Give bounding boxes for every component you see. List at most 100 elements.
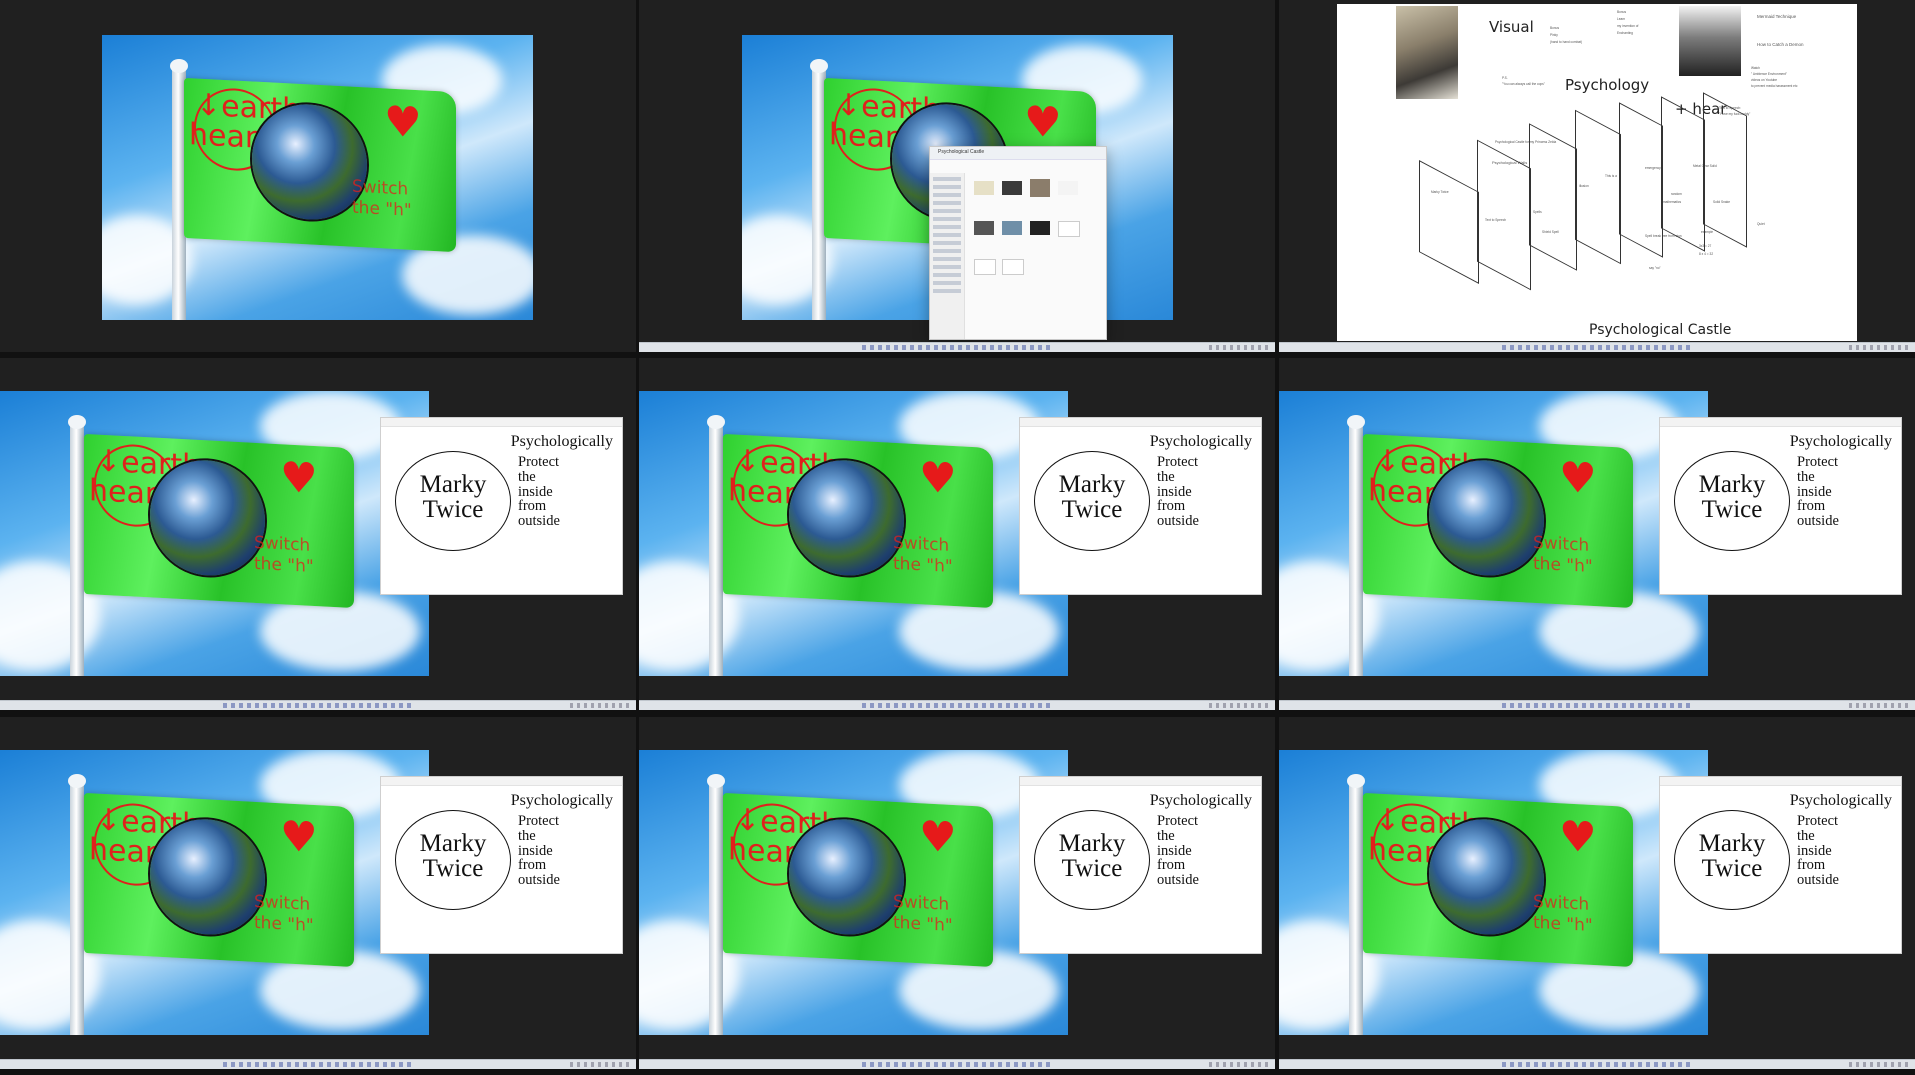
doc-lines: Protect the inside from outside [1157, 813, 1199, 889]
file-thumbnail[interactable] [1058, 181, 1078, 195]
document-window[interactable]: Psychologically Marky Twice Protect the ins… [1659, 776, 1902, 954]
photo-man [1396, 6, 1458, 99]
file-thumbnail[interactable] [1058, 221, 1080, 237]
document-titlebar[interactable] [1660, 418, 1901, 427]
green-flag: ↓earth heart ♥ Switch the "h" [723, 433, 993, 609]
file-thumbnail[interactable] [974, 181, 994, 195]
cell-1: ↓earth heart ♥ Switch the "h" [0, 0, 636, 352]
earth-globe [1429, 457, 1544, 579]
document-window[interactable]: Psychologically Marky Twice Protect the ins… [1019, 417, 1262, 595]
system-tray[interactable] [1849, 703, 1909, 708]
note-castle-title: Psychological Castle [1589, 322, 1732, 338]
doc-heading: Psychologically [1149, 433, 1252, 450]
document-titlebar[interactable] [381, 418, 622, 427]
file-thumbnail[interactable] [1002, 181, 1022, 195]
doc-heading: Psychologically [510, 792, 613, 809]
flagpole-cap [810, 59, 828, 73]
marky-twice-oval: Marky Twice [1674, 810, 1790, 910]
windows-taskbar[interactable] [1279, 700, 1915, 710]
document-titlebar[interactable] [1020, 777, 1261, 786]
green-flag: ↓earth heart ♥ Switch the "h" [723, 792, 993, 968]
doc-heading: Psychologically [1789, 433, 1892, 450]
system-tray[interactable] [1209, 345, 1269, 350]
note-demon: How to Catch a Demon [1757, 42, 1804, 47]
castle-wall [1703, 92, 1747, 248]
note-mermaid: Mermaid Technique [1757, 14, 1797, 19]
doc-lines: Protect the inside from outside [1797, 813, 1839, 889]
file-thumbnail[interactable] [974, 259, 996, 275]
flagpole-cap [1347, 415, 1365, 429]
system-tray[interactable] [570, 703, 630, 708]
castle-wall [1419, 160, 1479, 284]
explorer-sidebar[interactable] [930, 173, 965, 339]
system-tray[interactable] [1849, 1062, 1909, 1067]
earth-globe [150, 816, 265, 938]
taskbar-app-icons[interactable] [861, 345, 1053, 350]
document-window[interactable]: Psychologically Marky Twice Protect the ins… [1659, 417, 1902, 595]
heart-icon: ♥ [1559, 811, 1597, 863]
switch-text: Switch the "h" [893, 532, 953, 578]
file-thumbnail[interactable] [974, 221, 994, 235]
flag-image: ↓earth heart ♥ Switch the "h" [0, 750, 429, 1035]
green-flag: ↓earth heart ♥ Switch the "h" [84, 433, 354, 609]
taskbar-app-icons[interactable] [1501, 703, 1693, 708]
windows-taskbar[interactable] [639, 342, 1275, 352]
green-flag: ↓earth heart ♥ Switch the "h" [84, 792, 354, 968]
file-explorer-window[interactable]: Psychological Castle [929, 146, 1107, 340]
flagpole [1349, 419, 1363, 676]
taskbar-app-icons[interactable] [222, 703, 414, 708]
note-visual: Visual [1489, 18, 1534, 36]
green-flag: ↓earth heart ♥ Switch the "h" [184, 77, 456, 253]
document-window[interactable]: Psychologically Marky Twice Protect the ins… [380, 417, 623, 595]
document-titlebar[interactable] [1020, 418, 1261, 427]
explorer-titlebar[interactable]: Psychological Castle [930, 147, 1106, 160]
document-titlebar[interactable] [1660, 777, 1901, 786]
whiteboard-notes: Visual Bonus Pinky (hand to hand combat)… [1337, 4, 1857, 341]
windows-taskbar[interactable] [1279, 1059, 1915, 1069]
taskbar-app-icons[interactable] [861, 1062, 1053, 1067]
earth-globe [789, 816, 904, 938]
flag-image: ↓earth heart ♥ Switch the "h" [1279, 391, 1708, 676]
taskbar-app-icons[interactable] [1501, 1062, 1693, 1067]
flagpole [709, 419, 723, 676]
flag-image: ↓earth heart ♥ Switch the "h" [0, 391, 429, 676]
taskbar-app-icons[interactable] [861, 703, 1053, 708]
green-flag: ↓earth heart ♥ Switch the "h" [1363, 433, 1633, 609]
file-thumbnail[interactable] [1030, 221, 1050, 235]
switch-text: Switch the "h" [1533, 532, 1593, 578]
flagpole [70, 778, 84, 1035]
earth-globe [1429, 816, 1544, 938]
system-tray[interactable] [1209, 1062, 1269, 1067]
windows-taskbar[interactable] [1279, 342, 1915, 352]
document-window[interactable]: Psychologically Marky Twice Protect the ins… [380, 776, 623, 954]
doc-lines: Protect the inside from outside [518, 454, 560, 530]
system-tray[interactable] [1209, 703, 1269, 708]
heart-icon: ♥ [919, 452, 957, 504]
cell-5: ↓earth heart ♥ Switch the "h" Psychologic… [639, 358, 1275, 710]
file-thumbnail[interactable] [1002, 221, 1022, 235]
switch-text: Switch the "h" [352, 176, 412, 222]
windows-taskbar[interactable] [0, 1059, 636, 1069]
flag-image: ↓earth heart ♥ Switch the "h" [102, 35, 533, 320]
cell-9: ↓earth heart ♥ Switch the "h" Psychologic… [1279, 717, 1915, 1069]
flagpole [1349, 778, 1363, 1035]
taskbar-app-icons[interactable] [222, 1062, 414, 1067]
file-thumbnail[interactable] [1002, 259, 1024, 275]
doc-lines: Protect the inside from outside [518, 813, 560, 889]
heart-icon: ♥ [919, 811, 957, 863]
taskbar-app-icons[interactable] [1501, 345, 1693, 350]
document-window[interactable]: Psychologically Marky Twice Protect the ins… [1019, 776, 1262, 954]
file-thumbnail[interactable] [1030, 179, 1050, 197]
windows-taskbar[interactable] [639, 700, 1275, 710]
windows-taskbar[interactable] [0, 700, 636, 710]
system-tray[interactable] [1849, 345, 1909, 350]
windows-taskbar[interactable] [639, 1059, 1275, 1069]
flag-image: ↓earth heart ♥ Switch the "h" [639, 391, 1068, 676]
green-flag: ↓earth heart ♥ Switch the "h" [1363, 792, 1633, 968]
cell-8: ↓earth heart ♥ Switch the "h" Psychologic… [639, 717, 1275, 1069]
castle-wall [1529, 123, 1577, 271]
system-tray[interactable] [570, 1062, 630, 1067]
flagpole-cap [68, 774, 86, 788]
heart-icon: ♥ [280, 452, 318, 504]
document-titlebar[interactable] [381, 777, 622, 786]
